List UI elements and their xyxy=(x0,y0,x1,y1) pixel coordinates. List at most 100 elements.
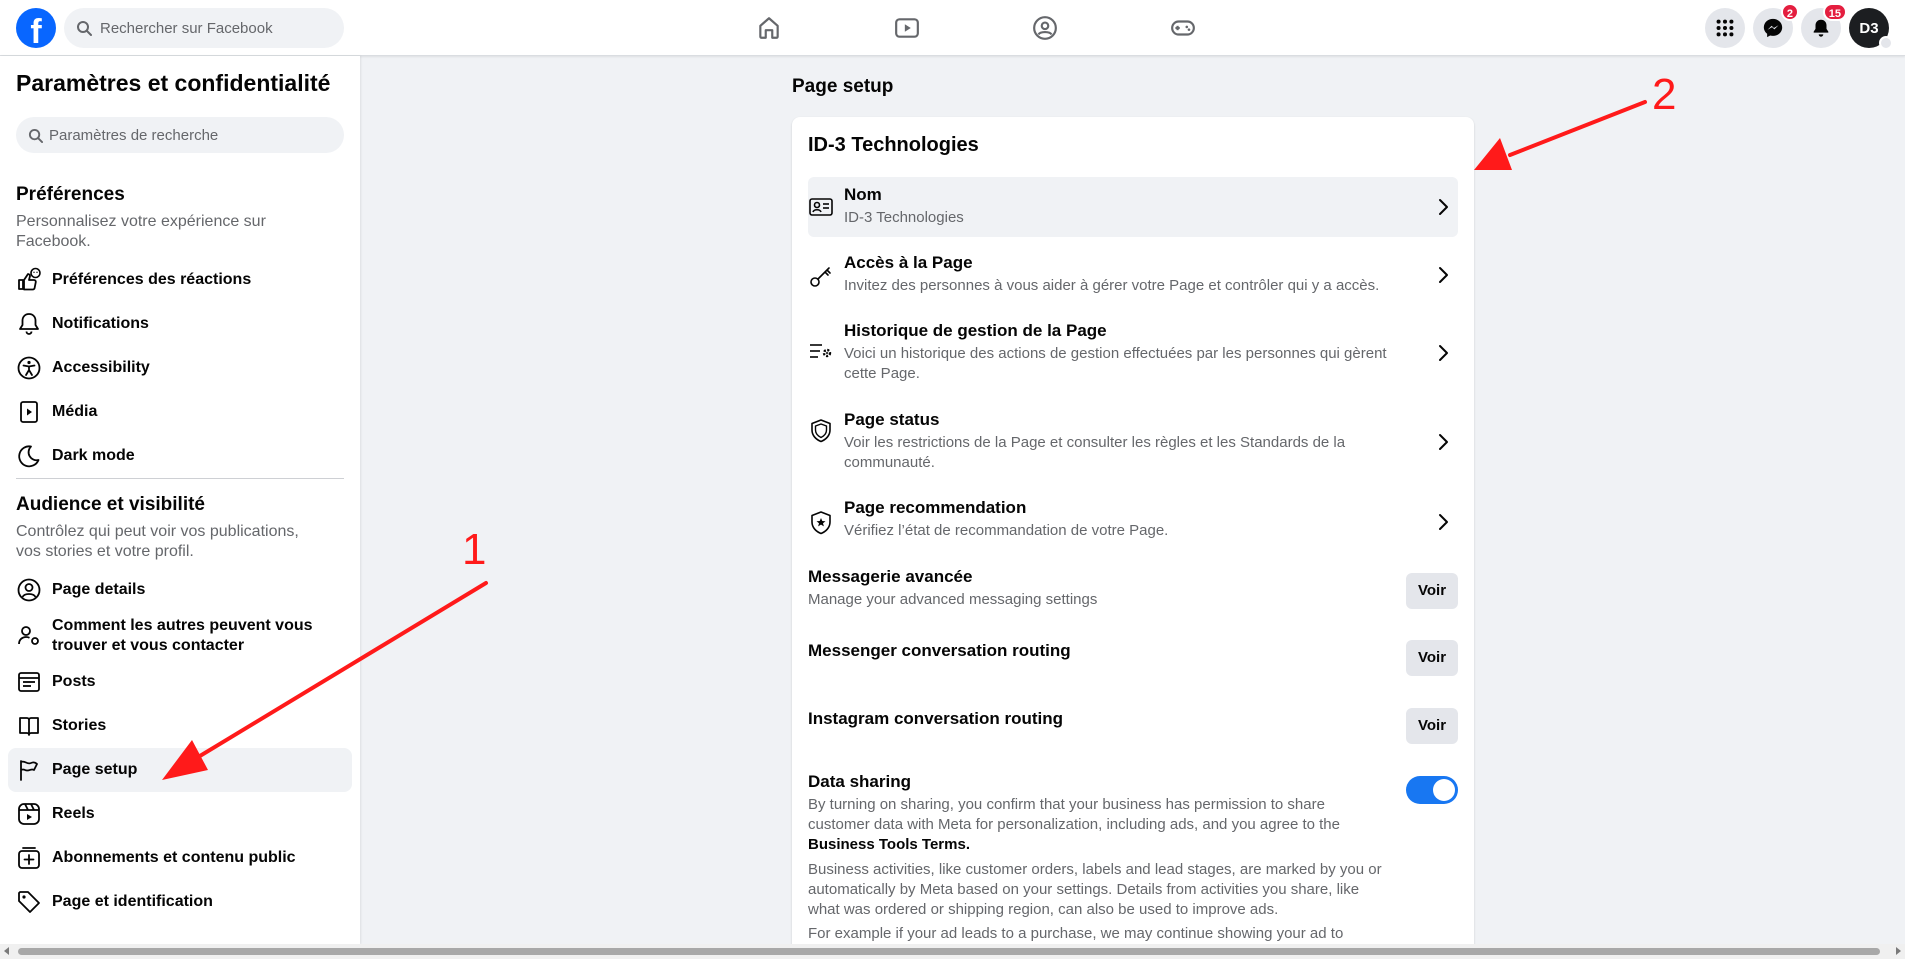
scrollbar-thumb[interactable] xyxy=(18,948,1880,955)
advanced-messaging-view-button[interactable]: Voir xyxy=(1406,573,1458,609)
row-sub: Voici un historique des actions de gesti… xyxy=(844,345,1387,382)
row-messenger-routing: Messenger conversation routing Voir xyxy=(808,640,1458,677)
top-navigation-bar: f Rechercher sur Facebook 2 15 D3 xyxy=(0,0,1905,56)
sidebar-item-media[interactable]: Média xyxy=(8,390,352,434)
facebook-logo[interactable]: f xyxy=(16,8,56,48)
notifications-badge: 15 xyxy=(1822,3,1847,21)
gaming-icon xyxy=(1171,20,1195,36)
chevron-right-icon xyxy=(1439,199,1448,215)
sidebar-item-label: Stories xyxy=(52,717,107,734)
horizontal-scrollbar[interactable] xyxy=(0,944,1905,959)
section-title-preferences: Préférences xyxy=(16,184,125,205)
sidebar-item-label: Comment les autres peuvent vous trouver … xyxy=(52,617,313,654)
sidebar-item-page-setup[interactable]: Page setup xyxy=(8,748,352,792)
media-icon xyxy=(20,401,38,423)
tag-icon xyxy=(18,891,40,913)
row-label: Page status xyxy=(844,410,940,429)
groups-icon xyxy=(1033,16,1057,40)
messenger-icon xyxy=(1763,18,1783,38)
sidebar-item-label: Page details xyxy=(52,581,146,598)
nav-home[interactable] xyxy=(700,0,838,56)
data-sharing-toggle[interactable] xyxy=(1406,776,1458,804)
messenger-badge: 2 xyxy=(1780,3,1799,21)
nav-video[interactable] xyxy=(838,0,976,56)
sidebar-item-stories[interactable]: Stories xyxy=(8,704,352,748)
book-icon xyxy=(19,717,39,736)
reels-icon xyxy=(18,803,40,825)
add-box-icon xyxy=(18,847,40,869)
user-circle-icon xyxy=(17,578,41,602)
row-sub: Manage your advanced messaging settings xyxy=(808,591,1098,608)
row-sub: Vérifiez l’état de recommandation de vot… xyxy=(844,522,1169,539)
row-page-status[interactable]: Page status Voir les restrictions de la … xyxy=(808,402,1458,482)
nav-groups[interactable] xyxy=(976,0,1114,56)
account-avatar[interactable]: D3 xyxy=(1849,8,1893,50)
row-name[interactable]: Nom ID-3 Technologies xyxy=(808,177,1458,237)
sidebar-item-page-details[interactable]: Page details xyxy=(8,568,352,612)
row-instagram-routing: Instagram conversation routing Voir xyxy=(808,708,1458,745)
chevron-right-icon xyxy=(1439,345,1448,361)
row-label: Page recommendation xyxy=(844,498,1027,517)
sidebar-item-label: Page et identification xyxy=(52,893,213,910)
messenger-button[interactable]: 2 xyxy=(1753,3,1799,48)
section-title-audience: Audience et visibilité xyxy=(16,494,205,515)
search-icon xyxy=(77,21,92,36)
bell-icon xyxy=(19,313,39,335)
topbar-actions: 2 15 D3 xyxy=(1705,3,1893,50)
history-settings-icon xyxy=(810,344,832,358)
avatar-initials: D3 xyxy=(1859,19,1879,37)
sidebar-item-reels[interactable]: Reels xyxy=(8,792,352,836)
home-icon xyxy=(759,17,779,39)
notifications-button[interactable]: 15 xyxy=(1801,3,1847,48)
card-title: ID-3 Technologies xyxy=(808,134,979,156)
scroll-right-arrow[interactable] xyxy=(1896,947,1901,955)
chevron-right-icon xyxy=(1439,267,1448,283)
data-sharing-activities-text: Business activities, like customer order… xyxy=(808,861,1382,918)
facebook-logo-letter: f xyxy=(30,13,42,48)
shield-star-icon xyxy=(811,511,831,535)
search-icon xyxy=(28,128,43,143)
chevron-right-icon xyxy=(1439,434,1448,450)
facebook-search-bar[interactable]: Rechercher sur Facebook xyxy=(64,8,344,48)
nav-gaming[interactable] xyxy=(1114,0,1252,56)
sidebar-item-label: Préférences des réactions xyxy=(52,271,252,288)
row-label: Historique de gestion de la Page xyxy=(844,321,1107,340)
business-tools-terms-link[interactable]: Business Tools Terms. xyxy=(808,836,970,853)
moon-icon xyxy=(18,445,40,468)
sidebar-item-accessibility[interactable]: Accessibility xyxy=(8,346,352,390)
row-label: Instagram conversation routing xyxy=(808,709,1064,728)
chevron-down-icon xyxy=(1879,36,1893,50)
sidebar-item-label: Reels xyxy=(52,805,95,822)
page-setup-card: ID-3 Technologies Nom ID-3 Technologies … xyxy=(792,117,1474,957)
row-sub: Voir les restrictions de la Page et cons… xyxy=(844,434,1346,471)
data-sharing-description: By turning on sharing, you confirm that … xyxy=(808,795,1388,855)
sidebar-item-subscriptions[interactable]: Abonnements et contenu public xyxy=(8,836,352,880)
facebook-search-placeholder: Rechercher sur Facebook xyxy=(100,19,273,37)
messenger-routing-view-button[interactable]: Voir xyxy=(1406,640,1458,676)
scroll-left-arrow[interactable] xyxy=(4,947,9,955)
sidebar-item-find-contact[interactable]: Comment les autres peuvent vous trouver … xyxy=(8,612,352,660)
sidebar-item-notifications[interactable]: Notifications xyxy=(8,302,352,346)
row-sub: ID-3 Technologies xyxy=(844,209,964,226)
sidebar-item-reactions[interactable]: Préférences des réactions xyxy=(8,258,352,302)
user-settings-icon xyxy=(18,626,39,645)
sidebar-item-posts[interactable]: Posts xyxy=(8,660,352,704)
section-desc-preferences: Personnalisez votre expérience sur Faceb… xyxy=(16,213,266,250)
sidebar-divider xyxy=(16,478,344,479)
annotation-number-1: 1 xyxy=(462,525,487,574)
row-page-access[interactable]: Accès à la Page Invitez des personnes à … xyxy=(808,245,1458,305)
row-management-history[interactable]: Historique de gestion de la Page Voici u… xyxy=(808,313,1458,393)
sidebar-item-label: Abonnements et contenu public xyxy=(52,849,296,866)
row-label: Messenger conversation routing xyxy=(808,641,1071,660)
row-label: Messagerie avancée xyxy=(808,567,973,586)
sidebar-item-tagging[interactable]: Page et identification xyxy=(8,880,352,924)
row-label: Data sharing xyxy=(808,772,911,791)
row-label: Accès à la Page xyxy=(844,253,973,272)
settings-search-input[interactable]: Paramètres de recherche xyxy=(16,117,344,153)
sidebar-item-dark-mode[interactable]: Dark mode xyxy=(8,434,352,478)
menu-button[interactable] xyxy=(1705,8,1745,48)
sidebar-title: Paramètres et confidentialité xyxy=(16,70,331,96)
data-sharing-text: By turning on sharing, you confirm that … xyxy=(808,796,1340,833)
row-page-recommendation[interactable]: Page recommendation Vérifiez l’état de r… xyxy=(808,490,1458,552)
instagram-routing-view-button[interactable]: Voir xyxy=(1406,708,1458,744)
